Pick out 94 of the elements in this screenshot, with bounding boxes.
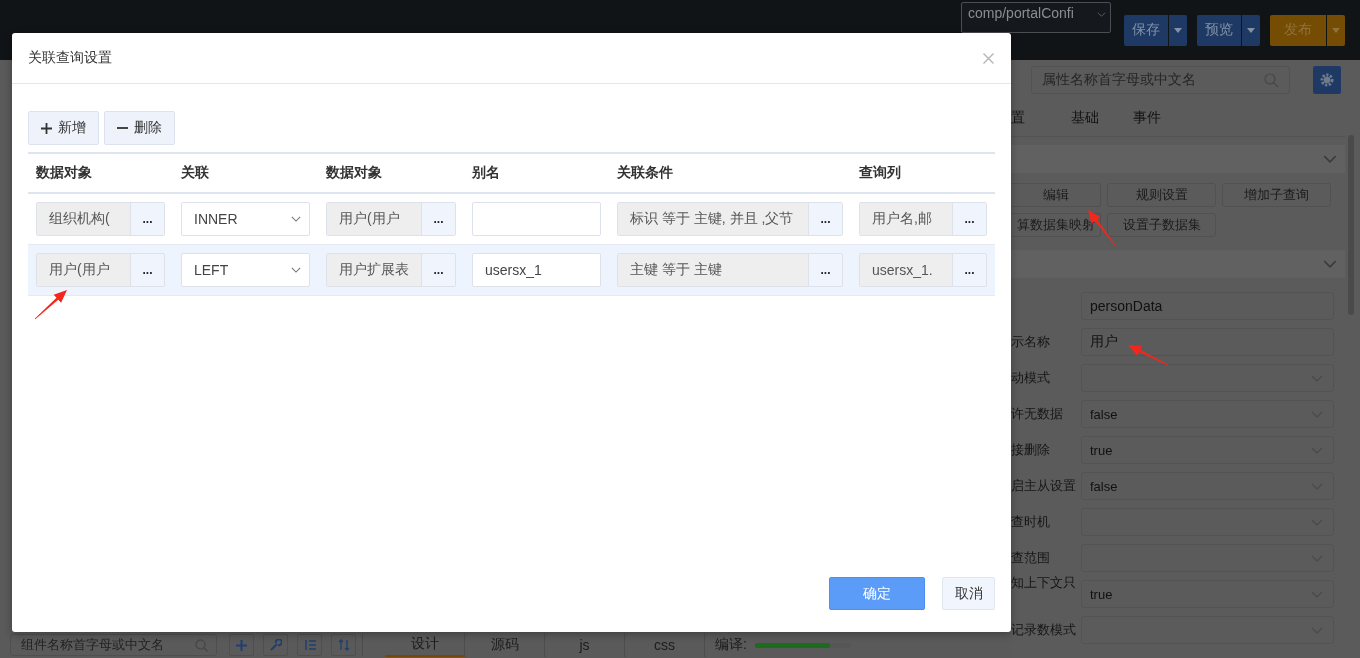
section-header[interactable] <box>1011 145 1345 173</box>
browse-button[interactable]: ... <box>952 254 986 286</box>
column-header: 关联条件 <box>609 153 851 193</box>
column-header: 别名 <box>464 153 609 193</box>
action-button[interactable]: 设置子数据集 <box>1107 213 1216 237</box>
settings-icon <box>1320 73 1334 87</box>
browse-button[interactable]: ... <box>421 254 455 286</box>
select-field[interactable]: true <box>1081 580 1334 608</box>
plus-icon <box>236 639 247 651</box>
alias-field[interactable]: usersx_1 <box>472 253 601 287</box>
select-field[interactable]: false <box>1081 400 1334 428</box>
add-button[interactable]: 新增 <box>28 111 99 145</box>
editor-tab[interactable]: js <box>545 633 625 657</box>
dialog-title: 关联查询设置 <box>28 49 112 67</box>
value-field: usersx_1. <box>860 254 952 286</box>
path-select[interactable]: comp/portalConfi <box>961 2 1111 33</box>
wrench-icon <box>269 639 282 651</box>
search-icon <box>195 638 208 652</box>
select-field[interactable]: true <box>1081 436 1334 464</box>
chevron-icon <box>291 267 301 273</box>
browse-button[interactable]: ... <box>952 203 986 235</box>
alias-field[interactable] <box>472 202 601 236</box>
value-field: 标识 等于 主键, 并且 ,父节 <box>618 203 808 235</box>
caret-icon <box>1174 27 1182 33</box>
dialog-button[interactable]: 取消 <box>942 577 995 610</box>
wrench-button[interactable] <box>263 634 288 656</box>
settings-button[interactable] <box>1313 66 1341 94</box>
picker-field[interactable]: usersx_1. ... <box>859 253 987 287</box>
browse-button[interactable]: ... <box>130 203 164 235</box>
annotation-arrow <box>1128 345 1169 366</box>
value-field: 组织机构( <box>37 203 130 235</box>
picker-field[interactable]: 用户(用户 ... <box>326 202 456 236</box>
field-label: 查范围 <box>1011 549 1051 567</box>
select-field[interactable] <box>1081 364 1334 392</box>
browse-button[interactable]: ... <box>808 203 842 235</box>
field-label: 许无数据 <box>1011 405 1064 423</box>
text-field[interactable]: personData <box>1081 292 1334 320</box>
picker-field[interactable]: 组织机构( ... <box>36 202 165 236</box>
value-field: 主键 等于 主键 <box>618 254 808 286</box>
add-button[interactable] <box>229 634 254 656</box>
panel-tab[interactable]: 基础 <box>1071 109 1133 127</box>
value-field: 用户(用户 <box>327 203 421 235</box>
join-select[interactable]: INNER <box>181 202 310 236</box>
field-label: 记录数模式 <box>1011 621 1077 639</box>
editor-tab[interactable]: css <box>625 633 705 657</box>
editor-tab[interactable]: 源码 <box>465 633 545 657</box>
column-header: 数据对象 <box>28 153 173 193</box>
column-header: 关联 <box>173 153 318 193</box>
select-field[interactable]: false <box>1081 472 1334 500</box>
caret-icon <box>1247 27 1255 33</box>
picker-field[interactable]: 用户扩展表 ... <box>326 253 456 287</box>
toolbar-button[interactable]: 预览 <box>1197 14 1260 46</box>
annotation-arrow <box>34 290 67 320</box>
close-icon[interactable] <box>983 52 994 64</box>
minus-icon <box>117 127 128 129</box>
value-field: 用户(用户 <box>37 254 130 286</box>
field-label: 查时机 <box>1011 513 1051 531</box>
action-button[interactable]: 增加子查询 <box>1222 183 1331 207</box>
value-field: 用户扩展表 <box>327 254 421 286</box>
dialog-button[interactable]: 确定 <box>829 577 925 610</box>
list-icon <box>303 639 316 651</box>
join-select[interactable]: LEFT <box>181 253 310 287</box>
field-label: 动模式 <box>1011 369 1051 387</box>
field-label: 启主从设置 <box>1011 477 1077 495</box>
compile-label: 编译: <box>715 636 747 654</box>
column-header: 数据对象 <box>318 153 464 193</box>
action-button[interactable]: 规则设置 <box>1107 183 1216 207</box>
panel-tab[interactable]: 事件 <box>1133 109 1195 127</box>
indent-button[interactable] <box>297 634 322 656</box>
column-header: 查询列 <box>851 153 995 193</box>
caret-icon <box>1097 12 1106 17</box>
plus-icon <box>41 122 52 134</box>
picker-field[interactable]: 主键 等于 主键 ... <box>617 253 843 287</box>
section-header[interactable] <box>1011 250 1345 278</box>
value-field: 用户名,邮 <box>860 203 952 235</box>
browse-button[interactable]: ... <box>421 203 455 235</box>
chevron-icon <box>1323 260 1337 268</box>
text-field[interactable]: 用户 <box>1081 328 1334 356</box>
picker-field[interactable]: 用户名,邮 ... <box>859 202 987 236</box>
field-label: 知上下文只 <box>1011 574 1077 592</box>
panel-tab[interactable]: 置 <box>1011 109 1071 127</box>
browse-button[interactable]: ... <box>130 254 164 286</box>
chevron-icon <box>1323 155 1337 163</box>
sort-button[interactable] <box>331 634 356 656</box>
caret-icon <box>1332 27 1340 33</box>
sort-icon <box>337 639 350 651</box>
chevron-icon <box>291 216 301 222</box>
field-label: 接删除 <box>1011 441 1051 459</box>
remove-button[interactable]: 删除 <box>104 111 175 145</box>
picker-field[interactable]: 标识 等于 主键, 并且 ,父节 ... <box>617 202 843 236</box>
browse-button[interactable]: ... <box>808 254 842 286</box>
picker-field[interactable]: 用户(用户 ... <box>36 253 165 287</box>
field-label: 示名称 <box>1011 333 1051 351</box>
toolbar-button[interactable]: 保存 <box>1124 14 1187 46</box>
